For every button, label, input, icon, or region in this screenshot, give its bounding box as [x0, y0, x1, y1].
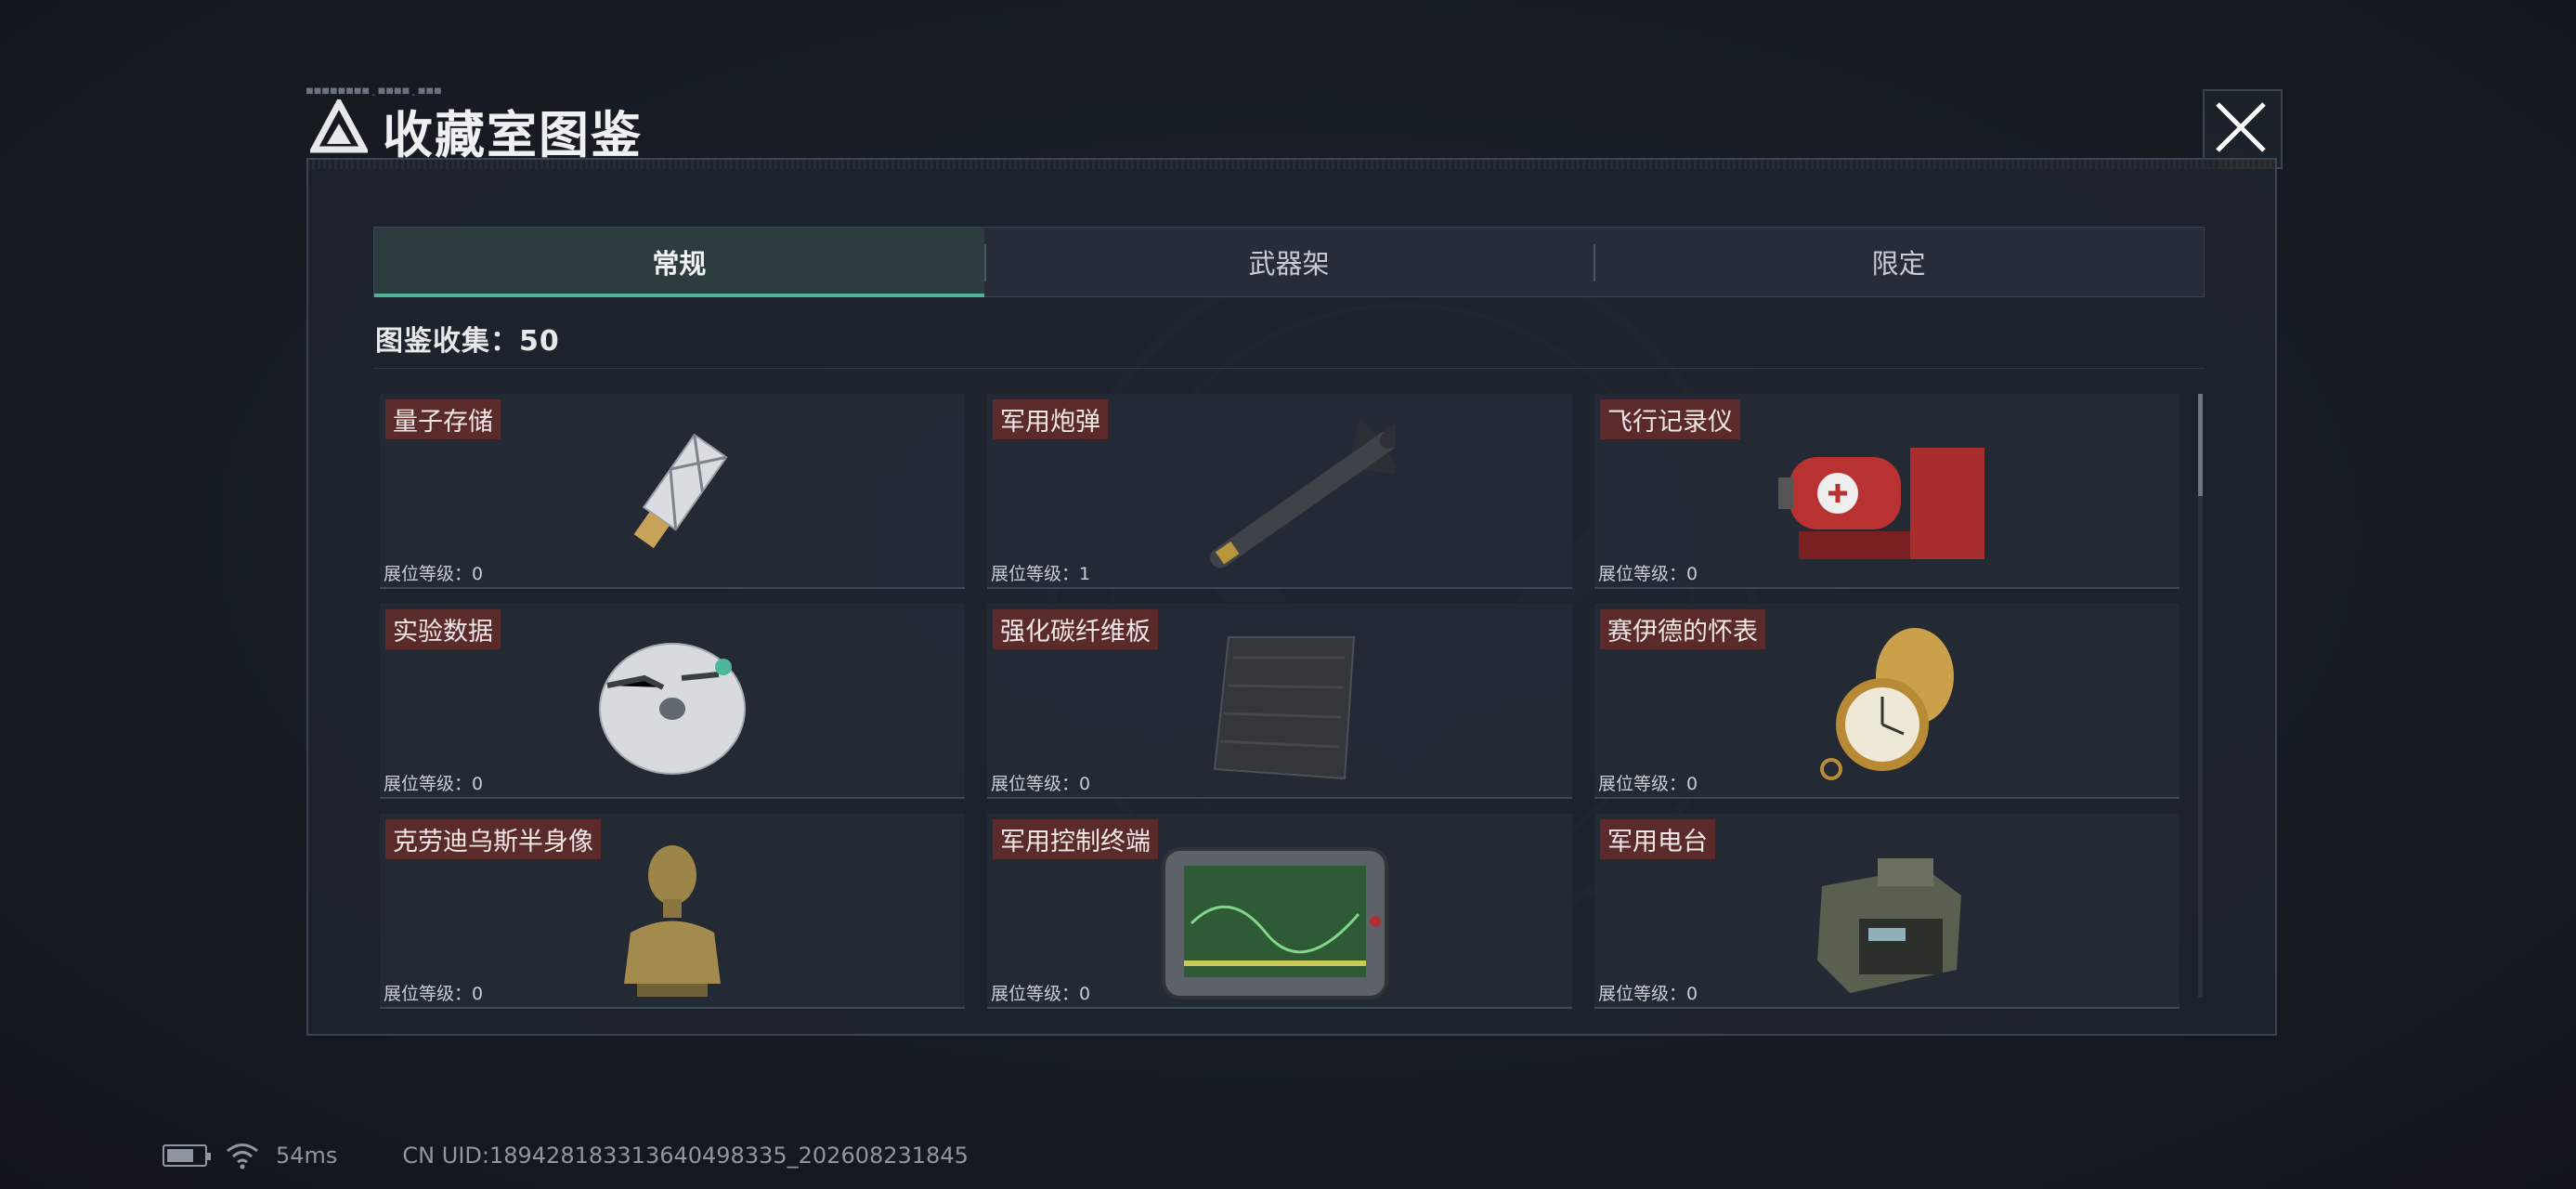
item-level: 展位等级：0: [1598, 564, 1698, 584]
ping-text: 54ms: [276, 1143, 338, 1169]
item-level: 展位等级：0: [384, 984, 484, 1004]
disc-icon: [599, 643, 746, 775]
item-name: 克劳迪乌斯半身像: [385, 819, 601, 859]
item-level: 展位等级：0: [384, 774, 484, 794]
item-name: 强化碳纤维板: [993, 609, 1158, 649]
item-name: 飞行记录仪: [1600, 399, 1740, 439]
item-level: 展位等级：0: [991, 984, 1091, 1004]
wifi-icon: [227, 1143, 258, 1169]
close-icon: [2216, 102, 2266, 152]
item-level: 展位等级：0: [991, 774, 1091, 794]
flight-recorder-icon: [1778, 448, 1984, 559]
item-level: 展位等级：1: [991, 564, 1091, 584]
item-name: 实验数据: [385, 609, 501, 649]
triangle-logo-icon: [310, 99, 368, 153]
close-button[interactable]: [2203, 89, 2283, 169]
item-name: 军用电台: [1600, 819, 1715, 859]
status-bar: 54ms CN UID:18942818331364049833​5_20260…: [163, 1139, 969, 1172]
uid-text: CN UID:18942818331364049833​5_2026082318…: [402, 1143, 969, 1169]
scrollbar-thumb[interactable]: [2198, 394, 2203, 496]
tab-weapon-rack[interactable]: 武器架: [983, 228, 1594, 296]
tab-regular[interactable]: 常规: [374, 228, 984, 297]
item-level: 展位等级：0: [1598, 774, 1698, 794]
item-level: 展位等级：0: [384, 564, 484, 584]
missile-icon: [1210, 418, 1396, 568]
carbon-plate-icon: [1213, 636, 1356, 780]
item-name: 军用炮弹: [993, 399, 1108, 439]
pocket-watch-icon: [1820, 628, 1954, 780]
item-card[interactable]: 军用控制终端 展位等级：0: [987, 814, 1572, 1009]
item-card[interactable]: 强化碳纤维板 展位等级：0: [987, 604, 1572, 799]
item-card[interactable]: 克劳迪乌斯半身像 展位等级：0: [380, 814, 965, 1009]
item-card[interactable]: 赛伊德的怀表 展位等级：0: [1594, 604, 2179, 799]
item-name: 赛伊德的怀表: [1600, 609, 1765, 649]
item-card[interactable]: 实验数据 展位等级：0: [380, 604, 965, 799]
radio-icon: [1817, 858, 1961, 993]
item-card[interactable]: 军用炮弹 展位等级：1: [987, 394, 1572, 589]
scrollbar[interactable]: [2198, 394, 2203, 998]
item-grid: 量子存储 展位等级：0 军用炮弹 展位等级：1 飞行记录仪 展位等级：0 实验数…: [380, 394, 2181, 1026]
item-name: 量子存储: [385, 399, 501, 439]
divider: [373, 368, 2205, 369]
tab-limited[interactable]: 限定: [1594, 228, 2204, 296]
battery-icon: [163, 1144, 211, 1167]
item-card[interactable]: 量子存储 展位等级：0: [380, 394, 965, 589]
collection-count: 图鉴收集：50: [375, 325, 560, 358]
control-terminal-icon: [1162, 847, 1388, 1000]
tab-bar: 常规 武器架 限定: [373, 227, 2205, 297]
item-name: 军用控制终端: [993, 819, 1158, 859]
collection-panel: 常规 武器架 限定 图鉴收集：50 量子存储 展位等级：0 军用炮弹 展位等级：…: [306, 158, 2277, 1036]
item-card[interactable]: 飞行记录仪 展位等级：0: [1594, 394, 2179, 589]
page-title: 收藏室图鉴: [383, 106, 643, 164]
item-card[interactable]: 军用电台 展位等级：0: [1594, 814, 2179, 1009]
item-level: 展位等级：0: [1598, 984, 1698, 1004]
usb-drive-icon: [633, 433, 728, 549]
bust-icon: [624, 845, 721, 997]
